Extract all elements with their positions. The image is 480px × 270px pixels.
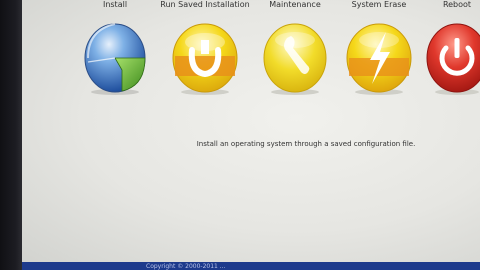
system-erase-label: System Erase [351, 0, 407, 9]
option-description: Install an operating system through a sa… [196, 140, 416, 148]
footer-bar: Copyright © 2000-2011 ... [22, 262, 480, 270]
menu-item-run-saved-installation[interactable]: Run Saved Installation [155, 0, 255, 96]
saved-installation-icon [172, 23, 238, 95]
reboot-label: Reboot [442, 0, 472, 9]
wrench-icon [263, 23, 327, 95]
maintenance-label: Maintenance [269, 0, 321, 9]
copyright-text: Copyright © 2000-2011 ... [146, 263, 226, 270]
lightning-icon [346, 23, 412, 95]
installer-screen: Install Run Saved Installation Maintenan… [22, 0, 480, 262]
menu-item-install[interactable]: Install [80, 0, 150, 96]
menu-item-system-erase[interactable]: System Erase [340, 0, 418, 96]
install-label: Install [102, 0, 128, 9]
menu-item-maintenance[interactable]: Maintenance [255, 0, 335, 96]
power-icon [426, 23, 480, 95]
menu-item-reboot[interactable]: Reboot [422, 0, 480, 96]
install-globe-icon [84, 23, 146, 95]
monitor-bezel [0, 0, 22, 270]
run-saved-installation-label: Run Saved Installation [160, 0, 250, 9]
